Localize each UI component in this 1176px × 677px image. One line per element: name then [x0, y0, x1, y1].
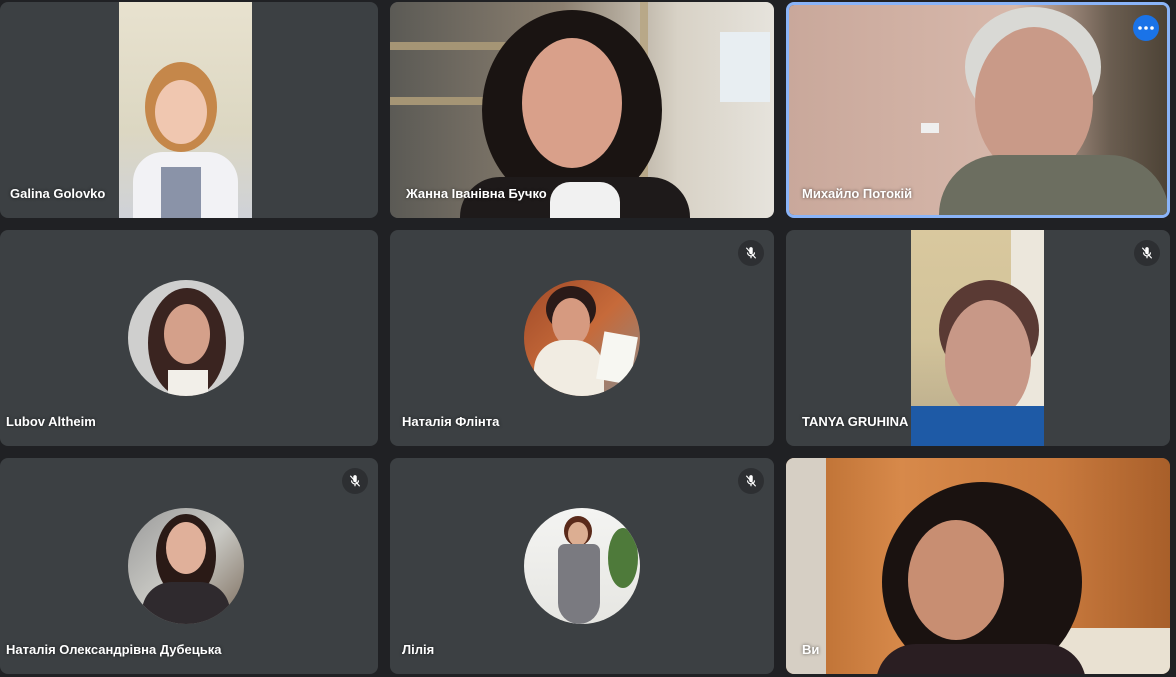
mic-off-button	[342, 468, 368, 494]
participant-name: Ви	[802, 642, 820, 657]
participant-tile-self[interactable]: Ви	[786, 458, 1170, 674]
participant-name: TANYA GRUHINA	[802, 414, 909, 429]
participant-tile-liliia[interactable]: Лілія	[390, 458, 774, 674]
participant-tile-natalia-dubetska[interactable]: Наталія Олександрівна Дубецька	[0, 458, 378, 674]
mic-off-icon	[1141, 247, 1153, 259]
participant-video	[119, 2, 252, 218]
participant-video	[786, 458, 1170, 674]
avatar	[128, 508, 244, 624]
mic-off-button	[738, 240, 764, 266]
participant-tile-lubov[interactable]: Lubov Altheim	[0, 230, 378, 446]
participant-name: Galina Golovko	[10, 186, 106, 201]
mic-off-icon	[349, 475, 361, 487]
participant-tile-galina[interactable]: Galina Golovko	[0, 2, 378, 218]
mic-off-button	[738, 468, 764, 494]
participant-video	[789, 5, 1167, 215]
participant-name: Михайло Потокій	[802, 186, 913, 201]
participant-video	[911, 230, 1044, 446]
participant-tile-zhanna[interactable]: Жанна Іванівна Бучко	[390, 2, 774, 218]
participant-name: Лілія	[402, 642, 435, 657]
participant-tile-mykhailo[interactable]: Михайло Потокій	[786, 2, 1170, 218]
participant-name: Наталія Олександрівна Дубецька	[6, 642, 222, 657]
avatar	[128, 280, 244, 396]
avatar	[524, 280, 640, 396]
mic-off-icon	[745, 475, 757, 487]
more-options-button[interactable]	[1133, 15, 1159, 41]
participant-tile-tanya[interactable]: TANYA GRUHINA	[786, 230, 1170, 446]
participant-name: Lubov Altheim	[6, 414, 96, 429]
mic-off-button	[1134, 240, 1160, 266]
avatar	[524, 508, 640, 624]
participant-tile-natalia-flinta[interactable]: Наталія Флінта	[390, 230, 774, 446]
mic-off-icon	[745, 247, 757, 259]
participant-name: Наталія Флінта	[402, 414, 500, 429]
more-options-icon	[1138, 26, 1154, 30]
participant-name: Жанна Іванівна Бучко	[406, 186, 547, 201]
